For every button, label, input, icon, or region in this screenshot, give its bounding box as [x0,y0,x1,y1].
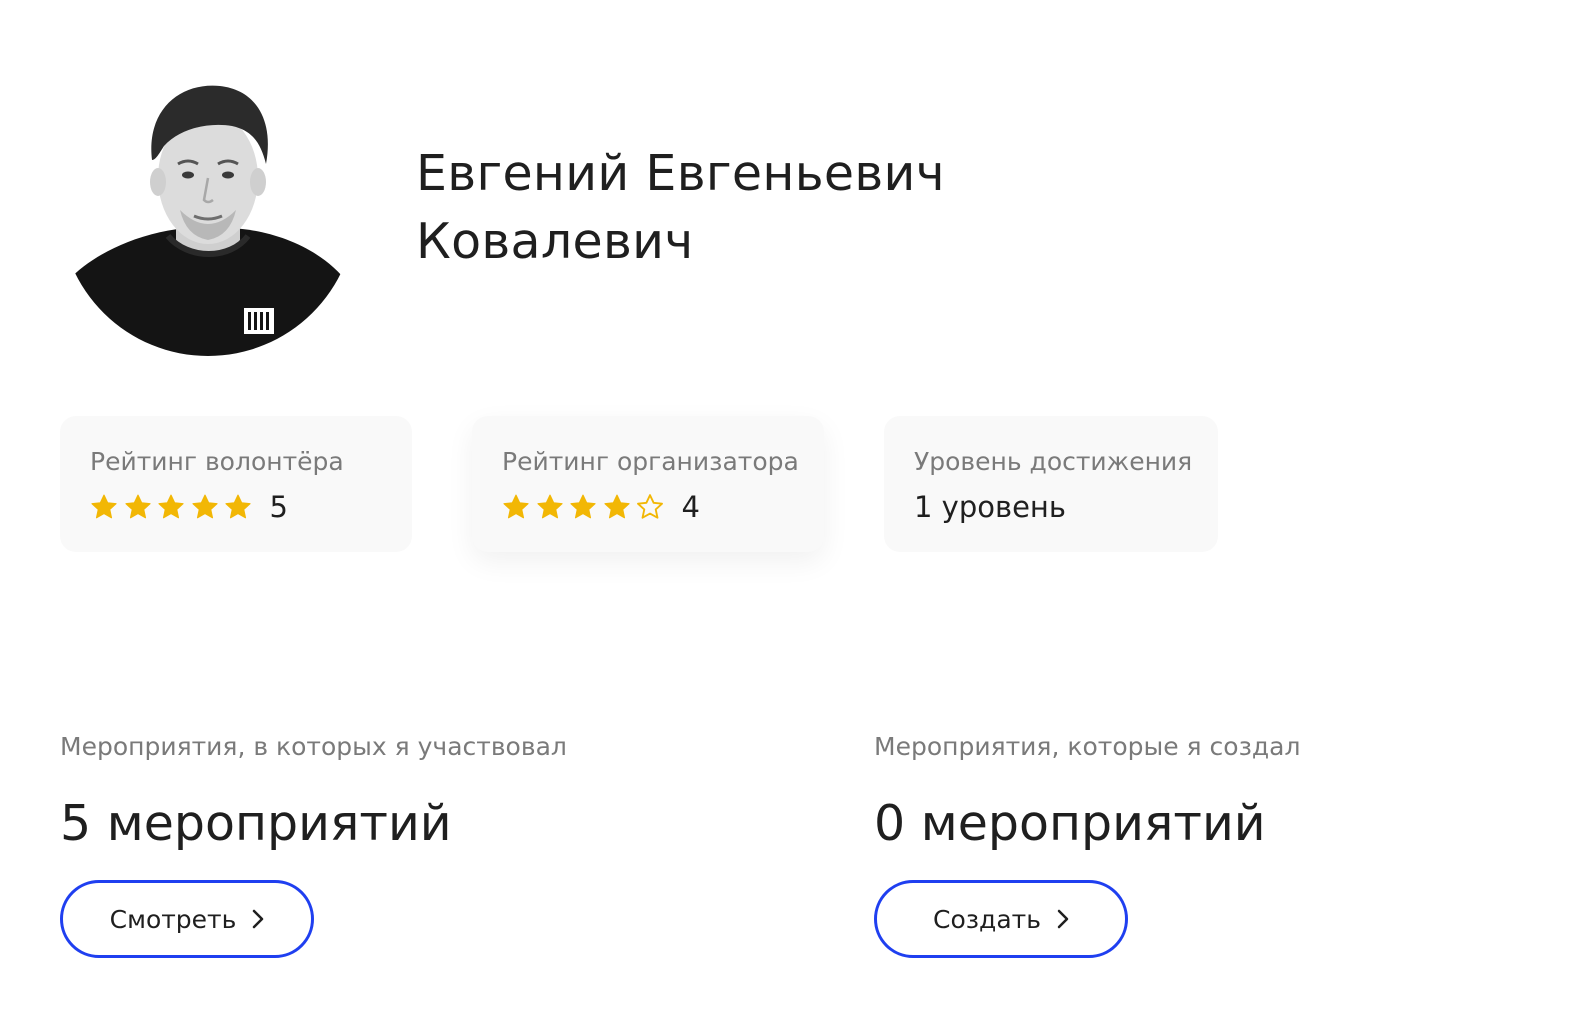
star-filled-icon [191,494,218,519]
star-filled-icon [603,494,630,519]
create-event-button[interactable]: Создать [874,880,1128,958]
organizer-rating-card: Рейтинг организатора 4 [472,416,824,552]
organizer-rating-label: Рейтинг организатора [502,447,799,476]
achievement-level-card: Уровень достижения 1 уровень [884,416,1218,552]
volunteer-rating-row: 5 [90,488,412,526]
chevron-right-icon [253,909,264,929]
achievement-level-label: Уровень достижения [914,447,1193,476]
volunteer-stars [90,493,258,521]
avatar-photo [60,85,356,356]
organizer-rating-value: 4 [681,490,700,524]
chevron-right-icon [1057,909,1069,929]
created-events-section: Мероприятия, которые я создал 0 мероприя… [874,730,1574,958]
participated-events-label: Мероприятия, в которых я участвовал [60,732,567,761]
create-event-button-label: Создать [933,904,1041,934]
created-events-label: Мероприятия, которые я создал [874,732,1301,761]
star-filled-icon [503,494,529,519]
achievement-level-row: 1 уровень [914,488,1218,526]
participated-events-count: 5 мероприятий [60,795,452,852]
star-filled-icon [158,494,184,519]
volunteer-rating-card: Рейтинг волонтёра 5 [60,416,412,552]
profile-page: Евгений Евгеньевич Ковалевич Рейтинг вол… [0,0,1584,1028]
star-empty-icon [637,494,663,519]
star-filled-icon [570,494,596,519]
view-events-button-label: Смотреть [109,904,237,934]
profile-name-line1: Евгений Евгеньевич [416,145,945,202]
participated-events-section: Мероприятия, в которых я участвовал 5 ме… [60,730,760,958]
organizer-rating-row: 4 [502,488,824,526]
view-events-button[interactable]: Смотреть [60,880,314,958]
volunteer-rating-label: Рейтинг волонтёра [90,447,344,476]
star-filled-icon [536,494,563,519]
avatar [60,60,356,356]
created-events-count: 0 мероприятий [874,795,1266,852]
organizer-stars [502,493,670,521]
profile-name: Евгений Евгеньевич Ковалевич [416,140,1036,276]
achievement-level-value: 1 уровень [914,490,1066,524]
star-filled-icon [225,494,251,519]
star-filled-icon [91,494,117,519]
star-filled-icon [124,494,151,519]
volunteer-rating-value: 5 [269,490,288,524]
profile-name-line2: Ковалевич [416,213,694,270]
